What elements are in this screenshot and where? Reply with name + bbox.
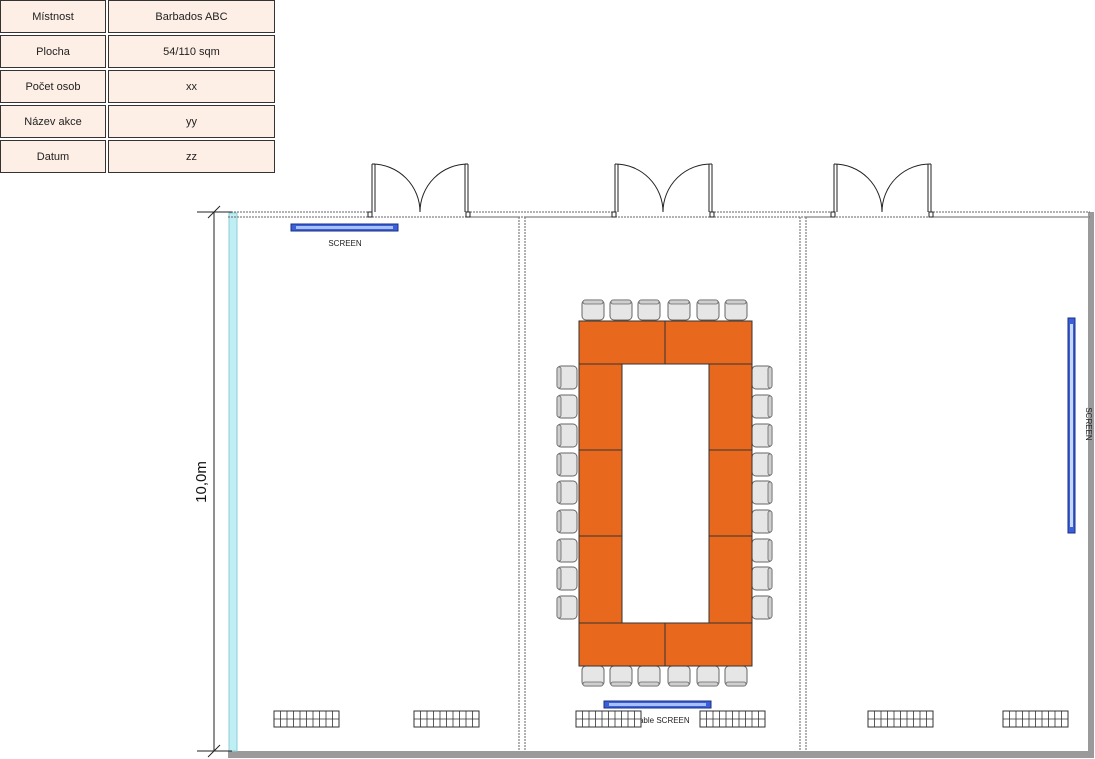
chair xyxy=(556,566,578,591)
chair xyxy=(637,665,661,687)
right-outer-wall xyxy=(1088,212,1094,758)
radiator xyxy=(699,710,766,728)
chair xyxy=(724,665,748,687)
radiator xyxy=(867,710,934,728)
chair xyxy=(556,365,578,390)
chair xyxy=(696,299,720,321)
chair xyxy=(751,566,773,591)
window-wall-left xyxy=(228,212,238,752)
chair xyxy=(556,452,578,477)
radiator xyxy=(1002,710,1069,728)
screen-label-left-room: SCREEN xyxy=(328,239,362,248)
door-right xyxy=(830,163,934,218)
table-right-3 xyxy=(708,535,753,624)
table-bottom-right xyxy=(664,622,753,667)
table-left-1 xyxy=(578,363,623,451)
radiator xyxy=(413,710,480,728)
chair xyxy=(609,665,633,687)
chair xyxy=(751,509,773,534)
table-top-left xyxy=(578,320,666,365)
chair xyxy=(637,299,661,321)
chair xyxy=(724,299,748,321)
chair xyxy=(581,299,605,321)
chair xyxy=(556,595,578,620)
screen-label-right-room: SCREEN xyxy=(1084,407,1093,441)
u-table-arrangement xyxy=(578,320,753,667)
chair xyxy=(751,480,773,505)
chair xyxy=(751,394,773,419)
screen-right-room xyxy=(1067,317,1076,534)
chair xyxy=(609,299,633,321)
chair xyxy=(751,595,773,620)
chair xyxy=(667,665,691,687)
chair xyxy=(667,299,691,321)
screen-left-room xyxy=(290,223,399,232)
table-top-right xyxy=(664,320,753,365)
chair xyxy=(556,509,578,534)
chair xyxy=(556,394,578,419)
screen-middle-room xyxy=(603,700,712,709)
bottom-outer-wall xyxy=(228,751,1094,758)
dimension-label: 10,0m xyxy=(193,461,210,503)
chair xyxy=(556,480,578,505)
chair xyxy=(556,423,578,448)
table-right-2 xyxy=(708,449,753,537)
floor-plan: 10,0m SCREEN SCREEN Portable SCREEN xyxy=(193,163,1094,758)
partition-walls xyxy=(237,216,1088,751)
table-left-3 xyxy=(578,535,623,624)
chair xyxy=(751,423,773,448)
radiator xyxy=(273,710,340,728)
chair xyxy=(751,538,773,563)
table-left-2 xyxy=(578,449,623,537)
chair xyxy=(696,665,720,687)
radiator xyxy=(575,710,642,728)
chair xyxy=(556,538,578,563)
table-bottom-left xyxy=(578,622,666,667)
door-middle xyxy=(611,163,715,218)
chair xyxy=(751,452,773,477)
table-right-1 xyxy=(708,363,753,451)
chair xyxy=(581,665,605,687)
door-left xyxy=(367,163,471,218)
chair xyxy=(751,365,773,390)
top-wall xyxy=(228,211,1090,218)
